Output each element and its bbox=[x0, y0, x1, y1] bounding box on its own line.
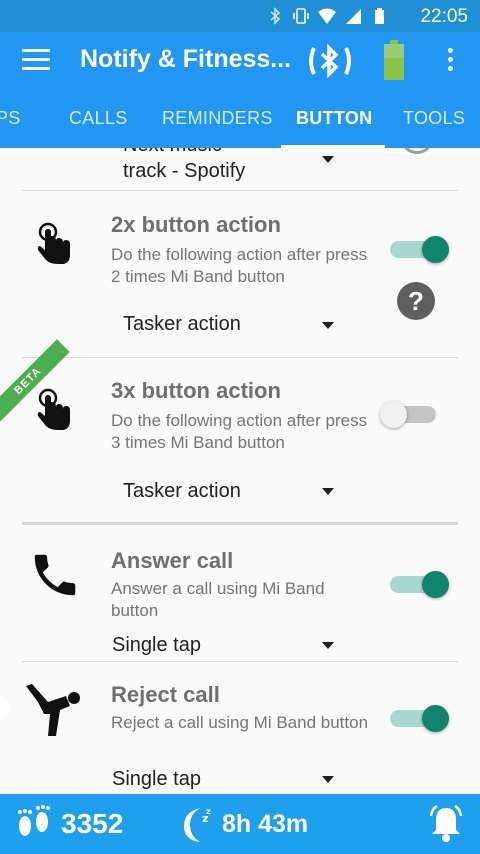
tab-reminders[interactable]: REMINDERS bbox=[162, 108, 273, 129]
triple-tap-icon bbox=[37, 388, 70, 430]
double-tap-icon bbox=[37, 222, 70, 264]
chevron-down-icon[interactable] bbox=[322, 156, 334, 163]
alarm-bell-icon[interactable] bbox=[428, 804, 464, 844]
toggle-partial[interactable] bbox=[402, 148, 432, 154]
chevron-down-icon[interactable] bbox=[322, 488, 334, 495]
dropdown-3x-action[interactable]: Tasker action bbox=[123, 480, 241, 503]
row-desc-3x: Do the following action after press 3 ti… bbox=[111, 411, 368, 452]
row-title-3x: 3x button action bbox=[111, 378, 281, 403]
tab-bar: PS CALLS REMINDERS BUTTON TOOLS bbox=[0, 90, 480, 148]
toggle-2x[interactable] bbox=[390, 234, 450, 266]
music-action-dropdown[interactable]: track - Spotify bbox=[123, 160, 245, 183]
battery-icon bbox=[375, 8, 384, 24]
wifi-icon bbox=[318, 8, 336, 24]
row-desc-answer-call: Answer a call using Mi Band button bbox=[111, 579, 325, 620]
row-title-answer-call: Answer call bbox=[111, 548, 234, 573]
tab-tools[interactable]: TOOLS bbox=[403, 108, 465, 129]
row-desc-reject-call: Reject a call using Mi Band button bbox=[111, 713, 369, 732]
sleep-duration: 8h 43m bbox=[222, 810, 309, 838]
dropdown-answer-call[interactable]: Single tap bbox=[112, 634, 201, 657]
karate-kick-icon bbox=[26, 684, 80, 736]
help-icon[interactable]: ? bbox=[397, 282, 435, 320]
status-bar: 22:05 bbox=[0, 0, 480, 32]
bluetooth-icon bbox=[270, 7, 281, 25]
status-time: 22:05 bbox=[420, 6, 468, 27]
row-title-reject-call: Reject call bbox=[111, 682, 220, 707]
tab-apps[interactable]: PS bbox=[0, 108, 21, 129]
chevron-down-icon[interactable] bbox=[322, 642, 334, 649]
overflow-menu-icon[interactable] bbox=[446, 48, 454, 76]
toggle-answer-call[interactable] bbox=[390, 569, 450, 601]
row-desc-2x: Do the following action after press 2 ti… bbox=[111, 245, 368, 286]
app-title: Notify & Fitness... bbox=[80, 45, 292, 73]
status-icons bbox=[266, 7, 388, 25]
drawer-edge-handle[interactable] bbox=[0, 693, 12, 721]
dropdown-reject-call[interactable]: Single tap bbox=[112, 768, 201, 791]
tab-button[interactable]: BUTTON bbox=[296, 108, 372, 129]
bottom-stats-bar: 3352 z z 8h 43m bbox=[0, 794, 480, 854]
toggle-3x[interactable] bbox=[380, 399, 444, 431]
phone-icon bbox=[34, 554, 76, 596]
button-settings-list: Next music track - Spotify 2x button act… bbox=[0, 148, 480, 794]
bluetooth-sync-icon[interactable] bbox=[306, 42, 354, 80]
chevron-down-icon[interactable] bbox=[322, 322, 334, 329]
divider bbox=[22, 661, 458, 662]
svg-text:z: z bbox=[206, 807, 211, 816]
steps-count: 3352 bbox=[61, 808, 124, 839]
section-divider bbox=[22, 522, 458, 525]
toggle-reject-call[interactable] bbox=[390, 703, 450, 735]
dropdown-2x-action[interactable]: Tasker action bbox=[123, 313, 241, 336]
row-title-2x: 2x button action bbox=[111, 212, 281, 237]
band-battery-icon bbox=[384, 40, 404, 80]
divider bbox=[22, 190, 458, 191]
sleep-moon-icon[interactable]: z z bbox=[180, 804, 216, 844]
footsteps-icon[interactable] bbox=[14, 804, 54, 844]
signal-icon bbox=[346, 9, 361, 24]
tab-calls[interactable]: CALLS bbox=[69, 108, 128, 129]
divider bbox=[22, 357, 458, 358]
vibrate-icon bbox=[293, 8, 309, 24]
music-action-dropdown-line1[interactable]: Next music bbox=[123, 148, 222, 157]
chevron-down-icon[interactable] bbox=[322, 776, 334, 783]
app-bar: Notify & Fitness... bbox=[0, 32, 480, 90]
menu-icon[interactable] bbox=[22, 49, 50, 73]
